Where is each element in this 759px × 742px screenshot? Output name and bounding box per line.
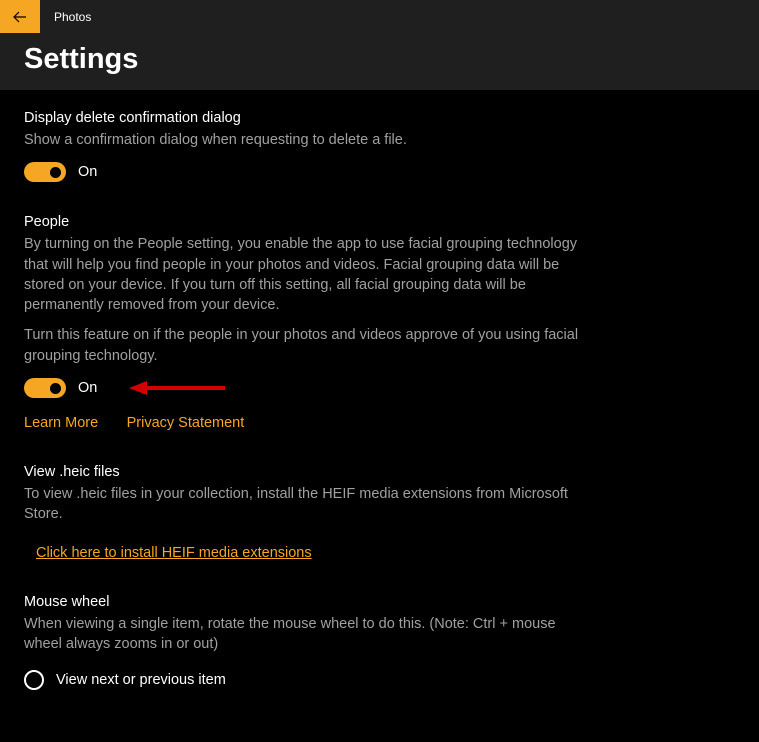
app-title: Photos <box>54 10 91 24</box>
people-links: Learn More Privacy Statement <box>24 414 579 432</box>
toggle-label: On <box>78 164 97 180</box>
page-header: Settings <box>0 33 759 90</box>
section-heic: View .heic files To view .heic files in … <box>24 464 579 562</box>
section-desc2: Turn this feature on if the people in yo… <box>24 325 579 366</box>
section-people: People By turning on the People setting,… <box>24 214 579 432</box>
toggle-knob <box>50 167 61 178</box>
back-arrow-icon <box>12 9 28 25</box>
section-desc: Show a confirmation dialog when requesti… <box>24 130 579 150</box>
section-title: View .heic files <box>24 464 579 480</box>
link-install-heif[interactable]: Click here to install HEIF media extensi… <box>36 545 312 561</box>
section-delete-confirm: Display delete confirmation dialog Show … <box>24 110 579 182</box>
toggle-row-delete-confirm: On <box>24 162 579 182</box>
section-desc: To view .heic files in your collection, … <box>24 484 579 525</box>
page-title: Settings <box>24 43 735 76</box>
radio-label: View next or previous item <box>56 672 226 688</box>
section-desc: When viewing a single item, rotate the m… <box>24 614 579 655</box>
section-title: People <box>24 214 579 230</box>
section-title: Mouse wheel <box>24 594 579 610</box>
link-learn-more[interactable]: Learn More <box>24 415 98 431</box>
toggle-people[interactable] <box>24 378 66 398</box>
titlebar: Photos <box>0 0 759 33</box>
annotation-arrow-icon <box>127 380 227 400</box>
link-privacy-statement[interactable]: Privacy Statement <box>127 415 245 431</box>
toggle-label: On <box>78 380 97 396</box>
section-desc: By turning on the People setting, you en… <box>24 234 579 315</box>
settings-content: Display delete confirmation dialog Show … <box>0 90 759 742</box>
radio-icon <box>24 670 44 690</box>
section-title: Display delete confirmation dialog <box>24 110 579 126</box>
toggle-knob <box>50 383 61 394</box>
section-mouse-wheel: Mouse wheel When viewing a single item, … <box>24 594 579 691</box>
back-button[interactable] <box>0 0 40 33</box>
toggle-delete-confirm[interactable] <box>24 162 66 182</box>
toggle-row-people: On <box>24 378 579 398</box>
radio-option-view-next-prev[interactable]: View next or previous item <box>24 670 579 690</box>
